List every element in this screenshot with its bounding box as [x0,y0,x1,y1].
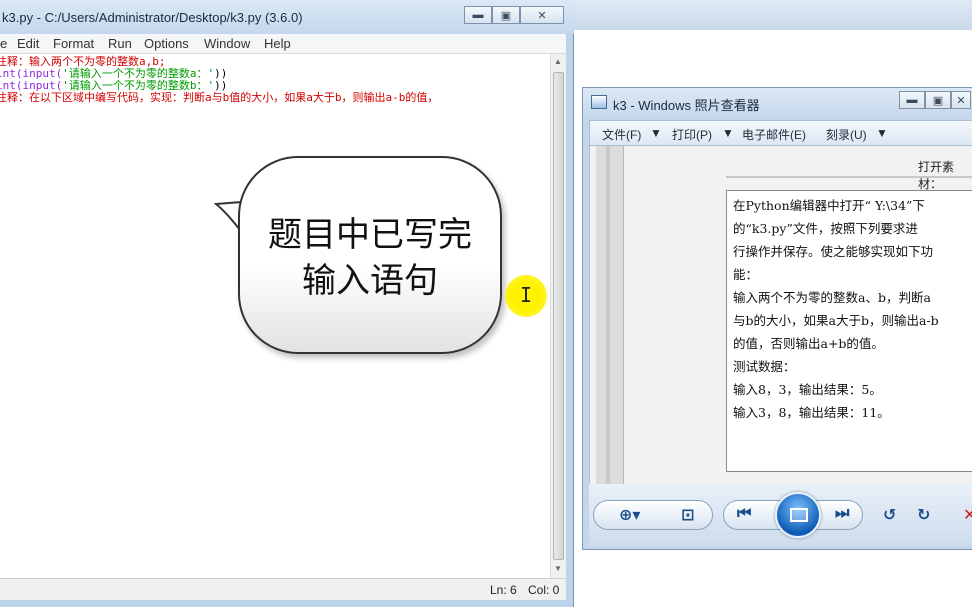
slideshow-icon [790,508,808,522]
rotate-counterclockwise-icon[interactable]: ↺ [883,505,896,525]
bubble-line-2: 输入语句 [302,261,438,301]
idle-menu-bar: e Edit Format Run Options Window Help [0,34,566,54]
minimize-button[interactable]: ▬ [464,6,492,24]
viewer-minimize-button[interactable]: ▬ [899,91,925,109]
scroll-up-icon[interactable]: ▲ [554,57,562,66]
next-icon[interactable]: ⏭ [835,505,849,523]
close-button[interactable]: ✕ [520,6,564,24]
desktop-background [572,0,972,30]
menu-file[interactable]: e [0,36,7,51]
chevron-down-icon[interactable]: ▼ [876,126,888,140]
chevron-down-icon[interactable]: ▼ [650,126,662,140]
minimize-icon: ▬ [906,94,918,106]
task-line: 行操作并保存。使之能够实现如下功 [733,244,934,259]
rotate-clockwise-icon[interactable]: ↻ [917,505,930,525]
viewer-window-title: k3 - Windows 照片查看器 [613,98,760,113]
image-display-area[interactable]: 打开素材： 在Python编辑器中打开“ Y:\34”下 的“k3.py”文件，… [589,146,972,484]
viewer-menu-bar: 文件(F) ▼ 打印(P) ▼ 电子邮件(E) 刻录(U) ▼ [589,120,972,146]
zoom-icon[interactable]: ⊕▾ [619,505,640,525]
maximize-icon: ▣ [500,9,512,22]
close-icon: ✕ [537,9,547,22]
viewer-close-button[interactable]: ✕ [951,91,971,109]
scroll-thumb[interactable] [553,72,564,560]
task-line: 在Python编辑器中打开“ Y:\34”下 [733,198,925,213]
idle-window-title: k3.py - C:/Users/Administrator/Desktop/k… [2,10,303,25]
minimize-icon: ▬ [472,9,484,21]
scroll-down-icon[interactable]: ▼ [554,564,562,573]
photo-viewer-icon [591,95,607,109]
status-line: Ln: 6 [490,583,517,597]
menu-options[interactable]: Options [144,36,189,51]
menu-print[interactable]: 打印(P) [672,126,712,143]
task-line: 输入8，3，输出结果：5。 [733,382,882,397]
task-line: 能： [733,267,759,282]
photo-viewer-window: k3 - Windows 照片查看器 ▬ ▣ ✕ 文件(F) ▼ 打印(P) ▼… [582,87,972,550]
bubble-text: 题目中已写完 输入语句 [238,212,502,304]
image-border [596,146,624,484]
status-column: Col: 0 [528,583,560,597]
task-line: 测试数据： [733,359,796,374]
status-bar: Ln: 6 Col: 0 [0,578,566,600]
image-divider [726,176,972,178]
slideshow-button[interactable] [775,492,821,538]
task-line: 输入3，8，输出结果：11。 [733,405,890,420]
menu-help[interactable]: Help [264,36,291,51]
menu-format[interactable]: Format [53,36,94,51]
previous-icon[interactable]: ⏮ [737,505,751,523]
zoom-controls [593,500,713,530]
menu-burn[interactable]: 刻录(U) [826,126,867,143]
menu-email[interactable]: 电子邮件(E) [742,126,806,143]
menu-edit[interactable]: Edit [17,36,39,51]
bubble-line-1: 题目中已写完 [268,215,472,255]
viewer-control-bar: ⊕▾ ⊡ ⏮ ⏭ ↺ ↻ ✕ [589,484,972,546]
image-border-line [606,146,610,484]
delete-icon[interactable]: ✕ [963,505,972,525]
menu-window[interactable]: Window [204,36,250,51]
menu-run[interactable]: Run [108,36,132,51]
task-description-box: 在Python编辑器中打开“ Y:\34”下 的“k3.py”文件，按照下列要求… [726,190,972,472]
task-line: 与b的大小，如果a大于b，则输出a-b [733,313,939,328]
maximize-button[interactable]: ▣ [492,6,520,24]
maximize-icon: ▣ [932,94,944,107]
idle-title-bar[interactable]: k3.py - C:/Users/Administrator/Desktop/k… [0,0,574,34]
image-top-text: 打开素材： [918,160,955,191]
menu-file-viewer[interactable]: 文件(F) [602,126,641,143]
task-line: 的值，否则输出a+b的值。 [733,336,884,351]
code-line-4: 注释：在以下区域中编写代码，实现：判断a与b值的大小，如果a大于b，则输出a-b… [0,91,439,104]
viewer-maximize-button[interactable]: ▣ [925,91,951,109]
task-line: 的“k3.py”文件，按照下列要求进 [733,221,918,236]
close-icon: ✕ [956,94,966,107]
actual-size-icon[interactable]: ⊡ [681,505,694,525]
task-line: 输入两个不为零的整数a、b，判断a [733,290,931,305]
viewer-title-bar[interactable]: k3 - Windows 照片查看器 ▬ ▣ ✕ [583,88,972,118]
ibeam-cursor-icon: I [520,283,533,307]
vertical-scrollbar[interactable]: ▲ ▼ [550,54,566,578]
chevron-down-icon[interactable]: ▼ [722,126,734,140]
